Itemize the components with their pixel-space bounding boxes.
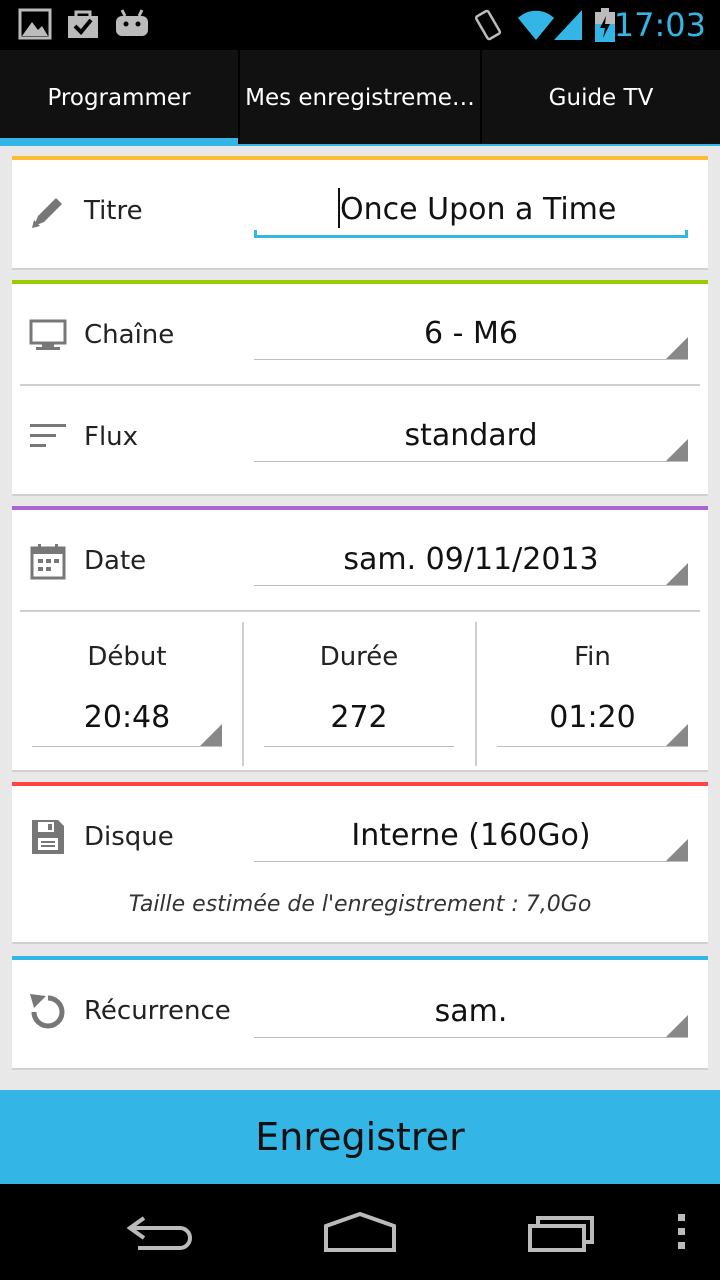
titre-value: Once Upon a Time bbox=[340, 192, 617, 227]
duree-column[interactable]: Durée 272 bbox=[244, 622, 474, 766]
refresh-icon bbox=[30, 994, 65, 1029]
tab-bar: Programmer Mes enregistreme… Guide TV bbox=[0, 50, 720, 146]
disque-value: Interne (160Go) bbox=[351, 818, 591, 853]
recurrence-card: Récurrence sam. bbox=[12, 956, 708, 1068]
tab-guide-tv[interactable]: Guide TV bbox=[482, 50, 720, 146]
tab-selected-indicator bbox=[0, 138, 238, 146]
dropdown-arrow-icon bbox=[200, 724, 222, 746]
field-underline bbox=[497, 746, 688, 747]
status-time: 17:03 bbox=[613, 6, 706, 44]
estimated-size-hint: Taille estimée de l'enregistrement : 7,0… bbox=[128, 892, 592, 917]
tab-label: Guide TV bbox=[548, 85, 654, 111]
row-divider bbox=[20, 384, 700, 386]
status-bar: 17:03 bbox=[0, 0, 720, 50]
image-icon bbox=[18, 8, 52, 40]
monitor-icon bbox=[29, 319, 67, 350]
flux-label: Flux bbox=[84, 422, 139, 452]
date-value: sam. 09/11/2013 bbox=[343, 542, 599, 577]
enregistrer-button[interactable]: Enregistrer bbox=[0, 1090, 720, 1184]
chaine-spinner[interactable]: 6 - M6 bbox=[254, 310, 688, 360]
disque-spinner[interactable]: Interne (160Go) bbox=[254, 812, 688, 862]
date-card: Date sam. 09/11/2013 Début 20:48 Durée 2… bbox=[12, 506, 708, 770]
dropdown-arrow-icon bbox=[666, 439, 688, 461]
fin-column[interactable]: Fin 01:20 bbox=[477, 622, 708, 766]
date-spinner[interactable]: sam. 09/11/2013 bbox=[254, 536, 688, 586]
card-accent bbox=[12, 156, 708, 160]
recurrence-value: sam. bbox=[434, 994, 508, 1029]
input-edge bbox=[685, 230, 688, 238]
row-divider bbox=[20, 610, 700, 612]
duree-label: Durée bbox=[319, 642, 399, 672]
recurrence-label: Récurrence bbox=[84, 996, 231, 1026]
tab-label: Programmer bbox=[47, 85, 191, 111]
dropdown-arrow-icon bbox=[666, 724, 688, 746]
recent-apps-icon[interactable] bbox=[526, 1210, 598, 1254]
pencil-icon bbox=[32, 198, 62, 228]
home-icon[interactable] bbox=[322, 1210, 398, 1254]
card-accent bbox=[12, 956, 708, 960]
field-underline bbox=[264, 746, 454, 747]
wifi-icon bbox=[518, 10, 554, 40]
battery-charging-icon bbox=[595, 8, 615, 42]
back-icon[interactable] bbox=[124, 1210, 196, 1254]
vibrate-icon bbox=[474, 9, 502, 41]
disque-card: Disque Interne (160Go) Taille estimée de… bbox=[12, 782, 708, 942]
dropdown-arrow-icon bbox=[666, 1015, 688, 1037]
flux-spinner[interactable]: standard bbox=[254, 412, 688, 462]
shopping-bag-icon bbox=[68, 10, 98, 38]
titre-input[interactable]: Once Upon a Time bbox=[254, 186, 688, 238]
field-underline bbox=[32, 746, 222, 747]
fin-label: Fin bbox=[574, 642, 611, 672]
dropdown-arrow-icon bbox=[666, 563, 688, 585]
enregistrer-label: Enregistrer bbox=[255, 1115, 465, 1159]
titre-label: Titre bbox=[84, 196, 143, 226]
input-edge bbox=[254, 230, 257, 238]
recurrence-spinner[interactable]: sam. bbox=[254, 988, 688, 1038]
overflow-menu-icon[interactable] bbox=[676, 1210, 688, 1254]
titre-card: Titre Once Upon a Time bbox=[12, 156, 708, 268]
flux-value: standard bbox=[404, 418, 538, 453]
chaine-flux-card: Chaîne 6 - M6 Flux standard bbox=[12, 280, 708, 494]
tab-programmer[interactable]: Programmer bbox=[0, 50, 238, 146]
chaine-label: Chaîne bbox=[84, 320, 175, 350]
date-label: Date bbox=[84, 546, 147, 576]
card-accent bbox=[12, 782, 708, 786]
debut-label: Début bbox=[87, 642, 167, 672]
android-icon bbox=[116, 9, 148, 36]
dropdown-arrow-icon bbox=[666, 839, 688, 861]
card-accent bbox=[12, 506, 708, 510]
floppy-disk-icon bbox=[32, 820, 64, 854]
duree-value: 272 bbox=[330, 700, 388, 735]
dropdown-arrow-icon bbox=[666, 337, 688, 359]
tab-mes-enregistrements[interactable]: Mes enregistreme… bbox=[240, 50, 480, 146]
calendar-icon bbox=[30, 544, 66, 580]
chaine-value: 6 - M6 bbox=[424, 316, 518, 351]
navigation-bar bbox=[0, 1184, 720, 1280]
signal-icon bbox=[554, 10, 582, 40]
disque-label: Disque bbox=[84, 822, 174, 852]
card-accent bbox=[12, 280, 708, 284]
tab-label: Mes enregistreme… bbox=[245, 85, 475, 111]
sort-lines-icon bbox=[30, 424, 66, 447]
debut-column[interactable]: Début 20:48 bbox=[12, 622, 242, 766]
